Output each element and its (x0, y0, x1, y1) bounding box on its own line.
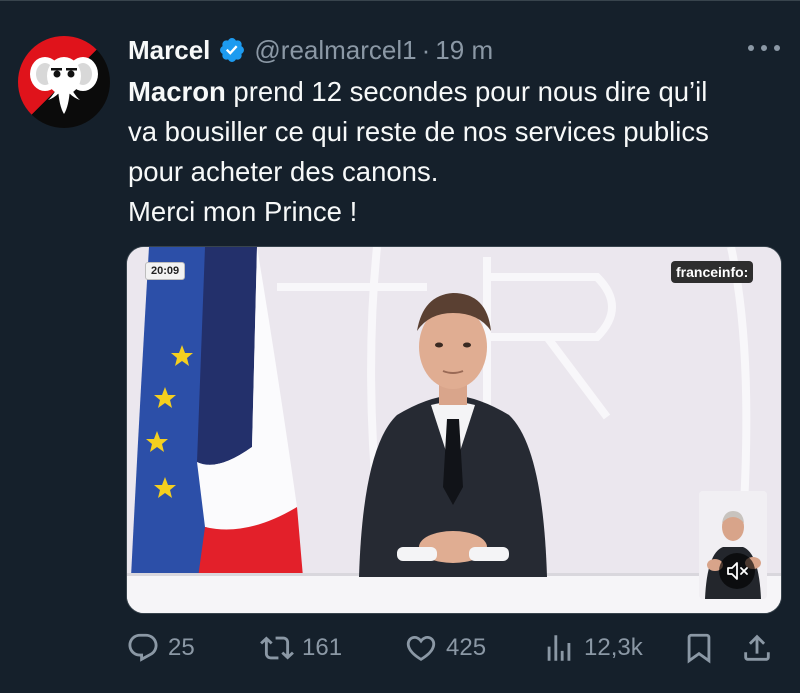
video-frame-image (127, 247, 781, 613)
elephant-logo-icon (30, 57, 98, 114)
video-player[interactable]: 20:09 franceinfo: (126, 246, 782, 614)
tweet[interactable]: Marcel @realmarcel1 · 19 m Macron prend … (0, 0, 800, 693)
channel-logo-badge: franceinfo: (671, 261, 754, 283)
reply-count: 25 (168, 634, 195, 661)
bookmark-icon (682, 631, 716, 665)
header-separator: · (421, 34, 431, 65)
retweet-button[interactable]: 161 (260, 628, 342, 668)
reply-icon (126, 631, 160, 665)
tweet-mention-bold: Macron (128, 76, 226, 107)
more-icon[interactable] (748, 36, 780, 60)
tweet-timestamp[interactable]: 19 m (435, 35, 493, 66)
author-name[interactable]: Marcel (128, 35, 210, 66)
tweet-text-line-3: pour acheter des canons. (128, 156, 439, 187)
views-icon (542, 631, 576, 665)
share-icon (740, 631, 774, 665)
reply-button[interactable]: 25 (126, 628, 195, 668)
retweet-icon (260, 631, 294, 665)
retweet-count: 161 (302, 634, 343, 661)
like-count: 425 (446, 634, 487, 661)
tweet-header: Marcel @realmarcel1 · 19 m (128, 30, 493, 70)
author-handle[interactable]: @realmarcel1 (254, 35, 416, 66)
video-timestamp-badge: 20:09 (145, 262, 186, 280)
heart-icon (404, 631, 438, 665)
tweet-actions: 25 161 425 12,3k (126, 628, 786, 668)
tweet-text-line-4: Merci mon Prince ! (128, 196, 358, 227)
tweet-text-line-1: Macron prend 12 secondes pour nous dire … (128, 72, 788, 112)
avatar[interactable] (18, 36, 110, 128)
tweet-text-line-1-rest: prend 12 secondes pour nous dire qu’il (225, 76, 708, 107)
share-button[interactable] (740, 628, 774, 668)
tweet-text: Macron prend 12 secondes pour nous dire … (128, 72, 788, 232)
views-button[interactable]: 12,3k (542, 628, 643, 668)
views-count: 12,3k (584, 634, 643, 661)
bookmark-button[interactable] (682, 628, 716, 668)
verified-badge-icon[interactable] (218, 36, 246, 64)
tweet-text-line-2: va bousiller ce qui reste de nos service… (128, 116, 709, 147)
mute-toggle-icon[interactable] (719, 553, 755, 589)
like-button[interactable]: 425 (404, 628, 486, 668)
